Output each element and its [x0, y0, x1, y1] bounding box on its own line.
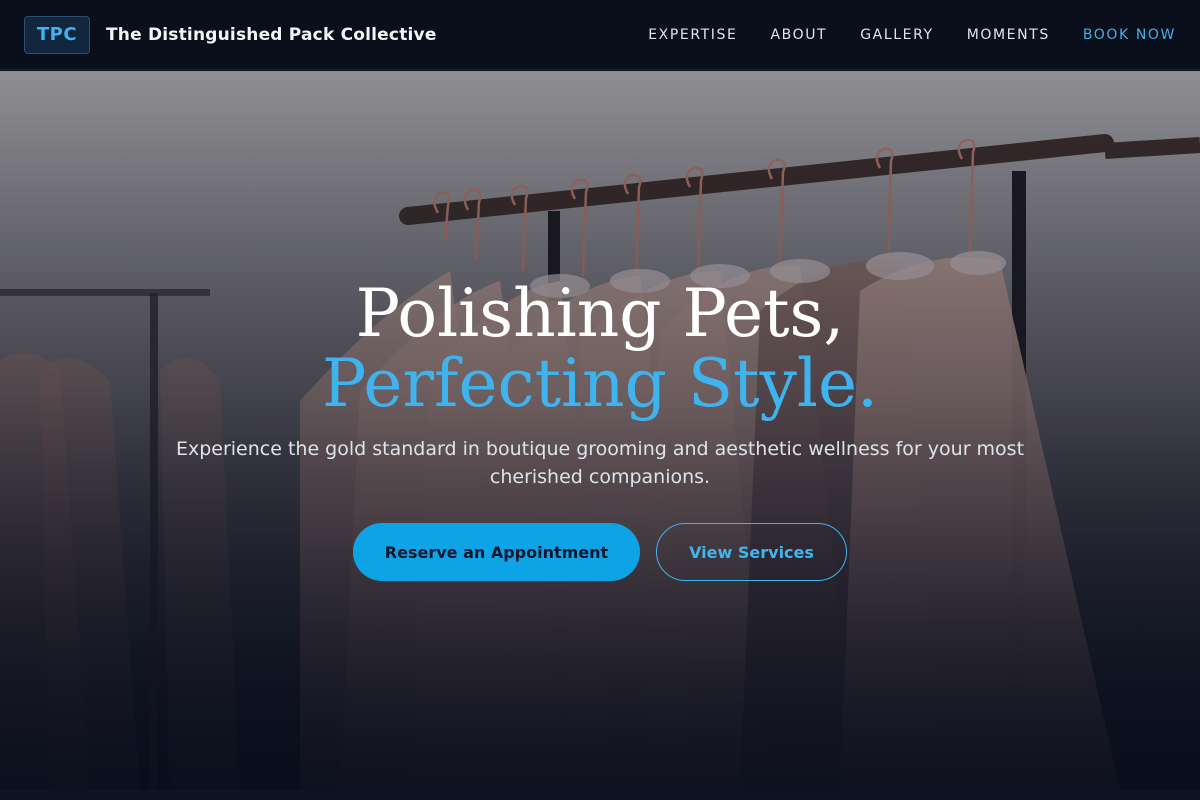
brand-name[interactable]: The Distinguished Pack Collective: [106, 25, 437, 45]
nav-links: EXPERTISE ABOUT GALLERY MOMENTS BOOK NOW: [615, 27, 1176, 43]
nav-link-moments[interactable]: MOMENTS: [967, 27, 1050, 43]
nav-link-expertise[interactable]: EXPERTISE: [648, 27, 737, 43]
page-bottom-strip: [0, 790, 1200, 800]
logo-text: TPC: [36, 24, 78, 45]
view-services-button[interactable]: View Services: [656, 523, 847, 581]
top-navbar: TPC The Distinguished Pack Collective EX…: [0, 0, 1200, 70]
headline-main: Polishing Pets,: [355, 275, 845, 352]
nav-link-about[interactable]: ABOUT: [770, 27, 827, 43]
nav-link-gallery[interactable]: GALLERY: [860, 27, 933, 43]
hero-cta-row: Reserve an Appointment View Services: [0, 523, 1200, 581]
reserve-appointment-button[interactable]: Reserve an Appointment: [353, 523, 640, 581]
nav-link-book-now[interactable]: BOOK NOW: [1083, 27, 1176, 43]
hero-content: Polishing Pets, Perfecting Style. Experi…: [0, 279, 1200, 581]
hero-headline: Polishing Pets, Perfecting Style.: [200, 279, 1000, 419]
hero-subtitle: Experience the gold standard in boutique…: [175, 438, 1025, 488]
hero-section: Polishing Pets, Perfecting Style. Experi…: [0, 71, 1200, 790]
headline-accent: Perfecting Style.: [321, 345, 879, 422]
brand-logo[interactable]: TPC: [24, 15, 90, 54]
